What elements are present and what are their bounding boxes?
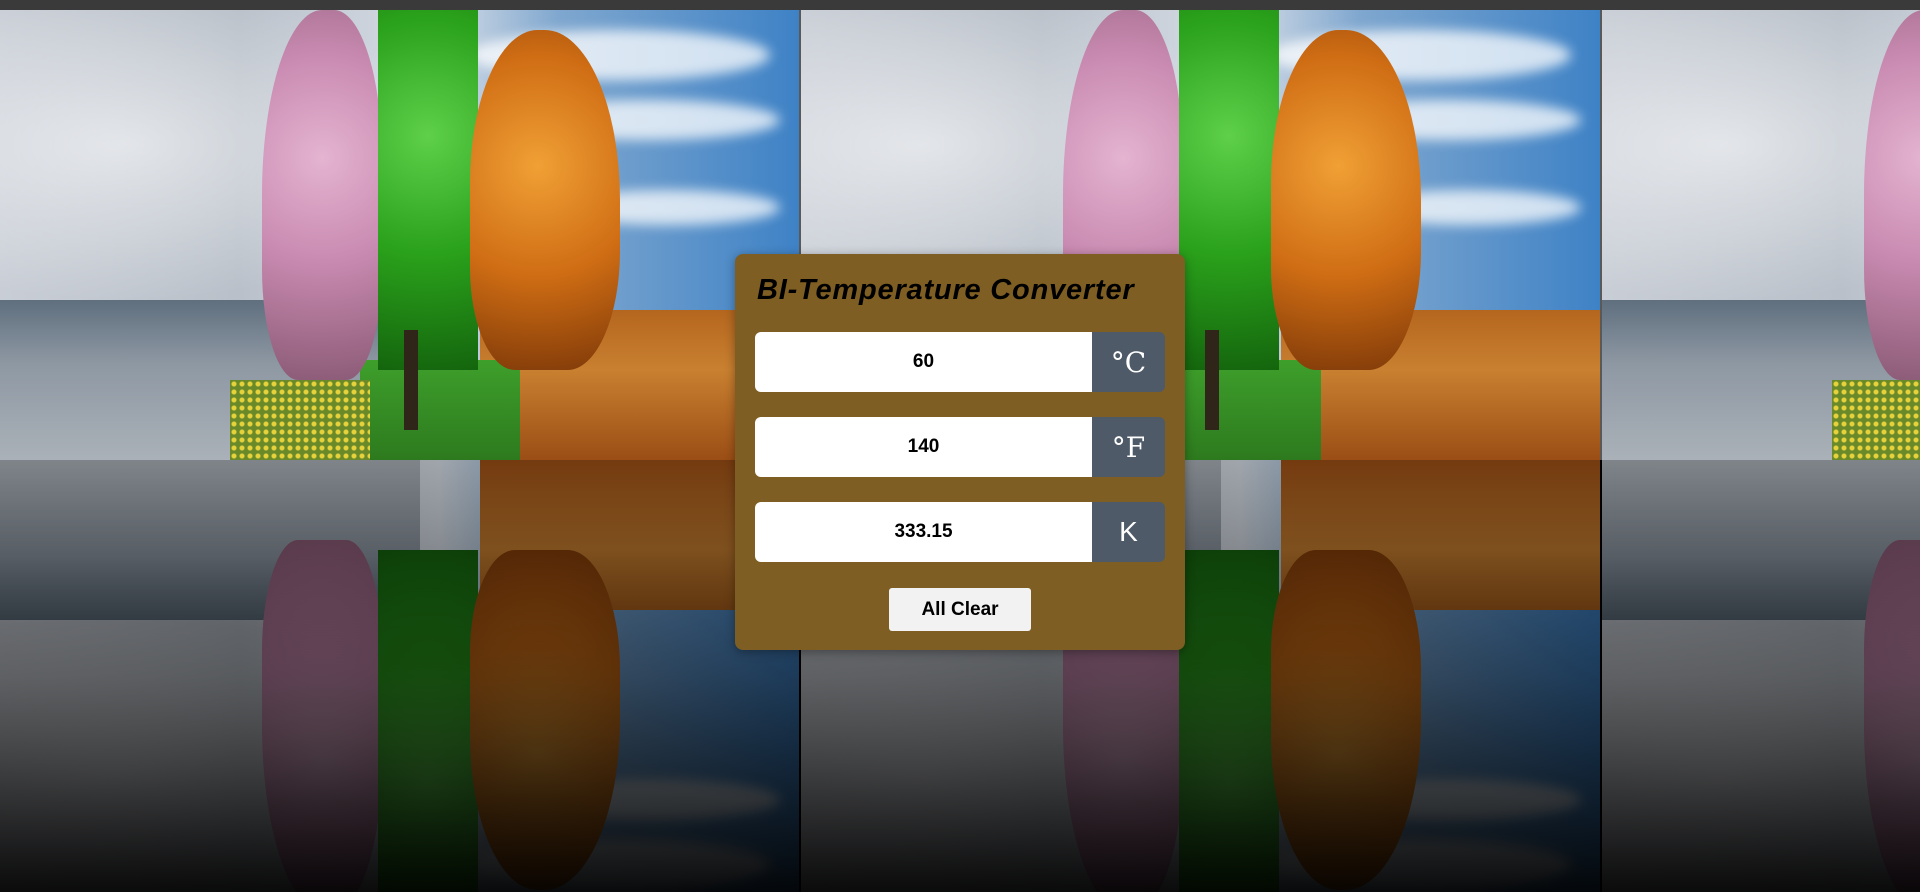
fahrenheit-unit-label: °F <box>1092 417 1165 477</box>
tile-divider <box>1600 10 1602 460</box>
celsius-unit-label: °C <box>1092 332 1165 392</box>
fahrenheit-row: °F <box>755 417 1165 477</box>
season-tile <box>0 10 799 460</box>
browser-top-bar <box>0 0 1920 10</box>
celsius-input[interactable] <box>755 332 1092 392</box>
celsius-row: °C <box>755 332 1165 392</box>
all-clear-button[interactable]: All Clear <box>889 588 1031 631</box>
kelvin-input[interactable] <box>755 502 1092 562</box>
converter-card: BI-Temperature Converter °C °F K All Cle… <box>735 254 1185 650</box>
kelvin-unit-label: K <box>1092 502 1165 562</box>
converter-title: BI-Temperature Converter <box>757 274 1135 306</box>
fahrenheit-input[interactable] <box>755 417 1092 477</box>
kelvin-row: K <box>755 502 1165 562</box>
season-tile <box>1602 10 1920 460</box>
